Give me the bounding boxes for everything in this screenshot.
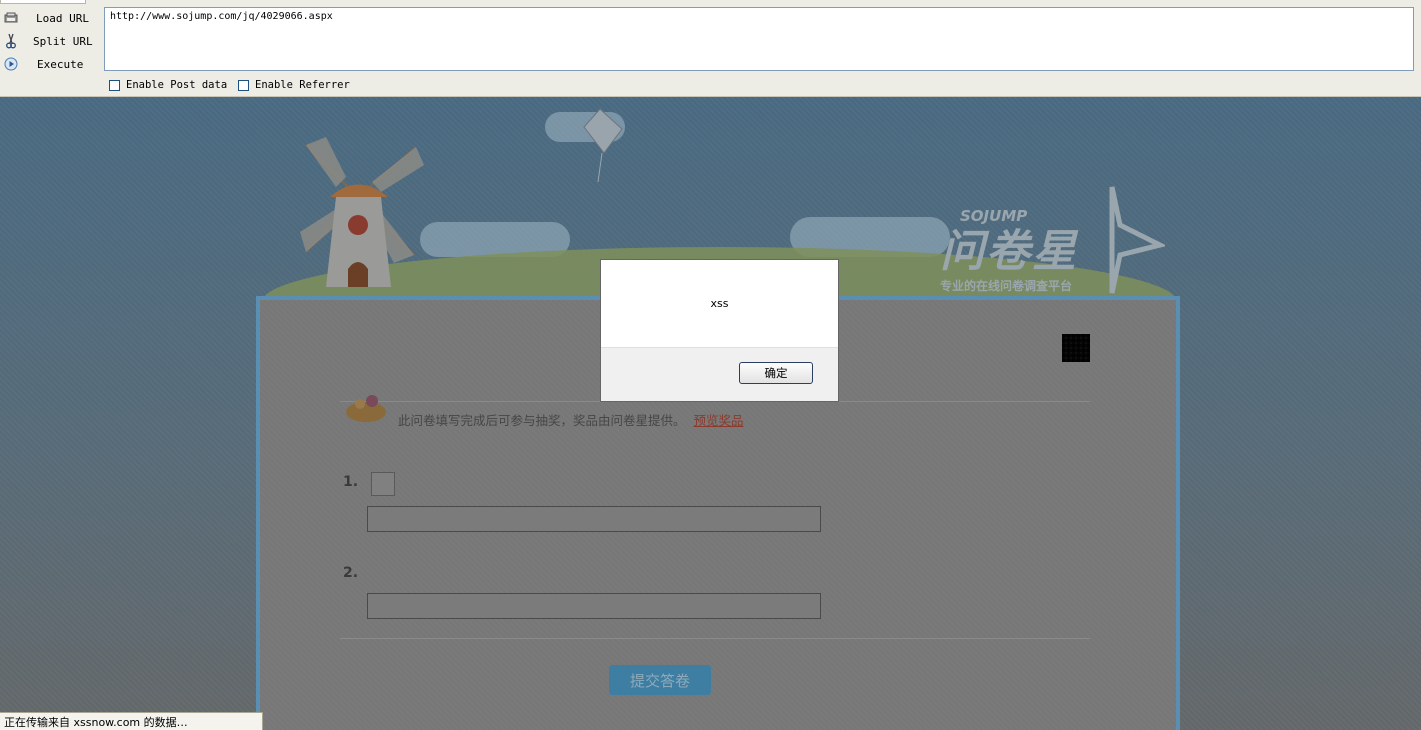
alert-footer: 确定 — [601, 347, 838, 401]
enable-post-label: Enable Post data — [126, 79, 228, 91]
split-url-label: Split URL — [33, 34, 93, 48]
windmill-icon — [300, 137, 424, 287]
play-icon — [4, 57, 18, 71]
checkbox-box[interactable] — [238, 79, 249, 91]
split-url-button[interactable]: Split URL — [0, 31, 98, 51]
lottery-notice: 此问卷填写完成后可参与抽奖，奖品由问卷星提供。 预览奖品 — [398, 410, 744, 429]
logo-tagline: 专业的在线问卷调查平台 — [940, 279, 1073, 293]
checkbox-box[interactable] — [109, 79, 120, 91]
execute-button[interactable]: Execute — [0, 54, 98, 74]
submit-button[interactable]: 提交答卷 — [609, 665, 711, 695]
gift-duck-icon — [346, 395, 386, 422]
survey-page: SOJUMP 问卷星 专业的在线问卷调查平台 此问卷填写完成后可参与抽奖，奖品由… — [0, 97, 1421, 730]
load-url-button[interactable]: Load URL — [0, 8, 98, 28]
kite-icon — [583, 108, 623, 183]
enable-referrer-label: Enable Referrer — [255, 79, 350, 91]
toolbar-top-strip — [0, 0, 86, 4]
logo-chinese: 问卷星 — [940, 226, 1078, 277]
execute-label: Execute — [37, 57, 84, 71]
question-2-number: 2. — [343, 565, 359, 581]
alert-message: xss — [710, 297, 729, 310]
divider — [340, 638, 1090, 639]
status-bar: 正在传输来自 xssnow.com 的数据… — [0, 712, 263, 730]
enable-referrer-checkbox[interactable]: Enable Referrer — [238, 79, 350, 91]
scissors-icon — [4, 33, 18, 49]
qr-code-icon[interactable] — [1062, 334, 1090, 362]
load-url-label: Load URL — [36, 11, 89, 25]
lottery-notice-text: 此问卷填写完成后可参与抽奖，奖品由问卷星提供。 — [398, 413, 686, 428]
question-1-answer-input[interactable] — [367, 506, 821, 532]
enable-post-checkbox[interactable]: Enable Post data — [109, 79, 227, 91]
alert-dialog: xss 确定 — [600, 259, 839, 402]
hackbar-toolbar: Load URL Split URL Execute http://www.so… — [0, 0, 1421, 97]
load-url-icon — [4, 11, 18, 25]
ok-button[interactable]: 确定 — [739, 362, 813, 384]
url-textarea[interactable]: http://www.sojump.com/jq/4029066.aspx — [104, 7, 1414, 71]
star-logo-icon — [1109, 186, 1165, 294]
question-2-answer-input[interactable] — [367, 593, 821, 619]
question-1-number: 1. — [343, 474, 359, 490]
broken-image-icon — [371, 472, 395, 496]
preview-prize-link[interactable]: 预览奖品 — [694, 413, 744, 428]
